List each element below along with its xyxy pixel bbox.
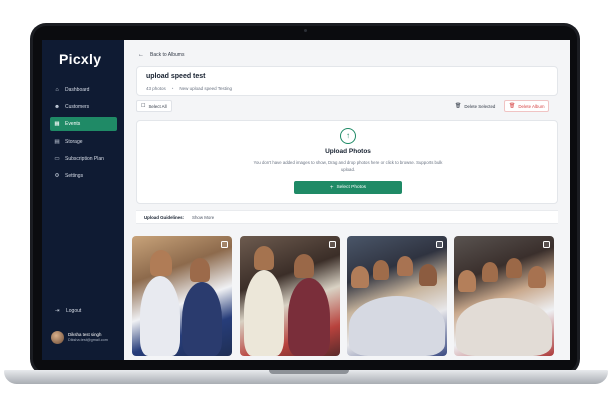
logout-button[interactable]: ⇥ Logout — [53, 308, 82, 314]
album-description: New upload speed Testing — [179, 86, 233, 91]
calendar-icon: ▦ — [54, 121, 60, 128]
upload-title: Upload Photos — [325, 148, 371, 155]
album-header-card: upload speed test 43 photos • New upload s… — [136, 66, 558, 96]
arrow-left-icon: ← — [138, 52, 144, 58]
user-email: Diksha.test@gmail.com — [68, 338, 108, 342]
show-more-link[interactable]: Show More — [192, 215, 214, 220]
photo-checkbox[interactable] — [329, 241, 336, 248]
photo-thumbnail[interactable] — [240, 236, 340, 356]
photo-checkbox[interactable] — [436, 241, 443, 248]
album-toolbar: ☐ Select All 🗑 Delete Selected 🗑 Delete … — [136, 100, 558, 114]
logout-icon: ⇥ — [54, 308, 60, 314]
sidebar-item-storage[interactable]: ▤ Storage — [50, 135, 117, 149]
sidebar: Picxly ⌂ Dashboard ☻ Customers ▦ Events … — [42, 40, 124, 360]
sidebar-item-dashboard[interactable]: ⌂ Dashboard — [50, 83, 117, 97]
user-profile[interactable]: Diksha test singh Diksha.test@gmail.com — [51, 331, 108, 344]
album-title: upload speed test — [146, 73, 206, 80]
back-to-albums-link[interactable]: ← Back to Albums — [138, 52, 184, 58]
photo-count: 43 photos — [146, 86, 166, 91]
cloud-upload-icon: ↑ — [340, 128, 356, 144]
upload-description: You don't have added images to show, Dra… — [253, 160, 443, 172]
brand-logo: Picxly — [59, 51, 102, 67]
photo-grid — [132, 236, 562, 360]
sidebar-item-label: Customers — [65, 104, 90, 111]
sidebar-item-settings[interactable]: ⚙ Settings — [50, 169, 117, 183]
upload-dropzone[interactable]: ↑ Upload Photos You don't have added ima… — [136, 120, 558, 204]
sidebar-item-customers[interactable]: ☻ Customers — [50, 100, 117, 114]
photo-thumbnail[interactable] — [454, 236, 554, 356]
select-all-button[interactable]: ☐ Select All — [136, 100, 172, 112]
album-meta: 43 photos • New upload speed Testing — [146, 86, 233, 91]
gear-icon: ⚙ — [54, 172, 60, 179]
screen: Picxly ⌂ Dashboard ☻ Customers ▦ Events … — [42, 40, 570, 360]
back-label: Back to Albums — [150, 52, 185, 58]
photo-checkbox[interactable] — [221, 241, 228, 248]
trash-icon: 🗑 — [509, 103, 516, 109]
sidebar-item-label: Settings — [65, 172, 84, 179]
sidebar-item-subscription-plan[interactable]: ▭ Subscription Plan — [50, 152, 117, 166]
photo-thumbnail[interactable] — [132, 236, 232, 356]
logout-label: Logout — [66, 308, 82, 314]
delete-album-button[interactable]: 🗑 Delete Album — [504, 100, 550, 112]
upload-guidelines: Upload Guidelines: Show More — [136, 210, 558, 224]
photo-thumbnail[interactable] — [347, 236, 447, 356]
delete-selected-button[interactable]: 🗑 Delete Selected — [450, 100, 500, 112]
camera-dot — [303, 29, 307, 32]
sidebar-nav: ⌂ Dashboard ☻ Customers ▦ Events ▤ Stora… — [50, 83, 117, 186]
avatar — [51, 331, 64, 344]
users-icon: ☻ — [54, 104, 60, 111]
plus-icon: + — [329, 184, 334, 191]
sidebar-item-events[interactable]: ▦ Events — [50, 117, 117, 132]
page: Picxly ⌂ Dashboard ☻ Customers ▦ Events … — [0, 0, 612, 408]
guidelines-label: Upload Guidelines: — [144, 214, 185, 220]
storage-icon: ▤ — [54, 138, 60, 145]
sidebar-item-label: Events — [65, 121, 81, 128]
card-icon: ▭ — [54, 155, 60, 162]
sidebar-item-label: Subscription Plan — [65, 155, 104, 162]
sidebar-item-label: Storage — [65, 138, 83, 145]
photo-checkbox[interactable] — [543, 241, 550, 248]
laptop-base — [4, 370, 608, 384]
trash-icon: 🗑 — [455, 103, 462, 109]
checkbox-icon: ☐ — [141, 103, 146, 109]
home-icon: ⌂ — [55, 87, 59, 93]
main-content: ← Back to Albums upload speed test 43 ph… — [124, 40, 570, 360]
sidebar-item-label: Dashboard — [65, 87, 90, 93]
select-photos-button[interactable]: + Select Photos — [294, 181, 402, 194]
